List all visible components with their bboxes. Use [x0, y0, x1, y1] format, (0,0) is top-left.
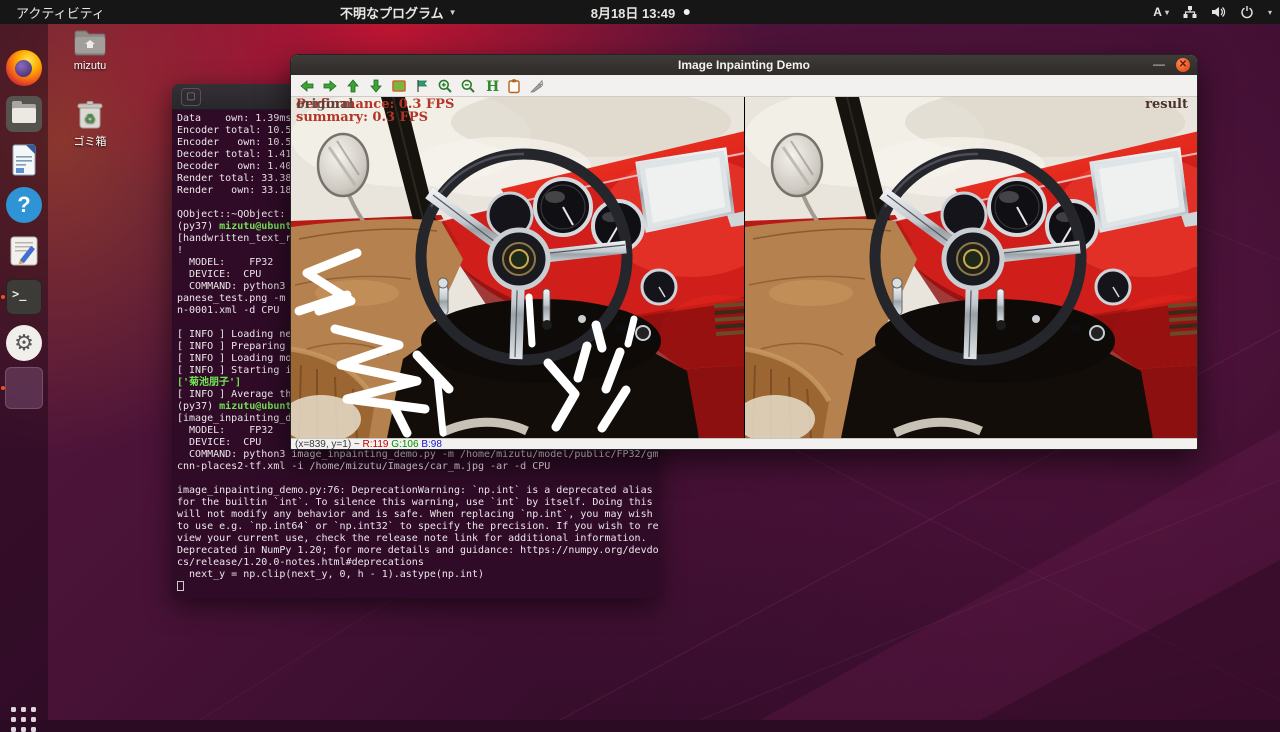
terminal-prompt-icon: >_	[12, 287, 26, 301]
draw-tool-icon[interactable]	[529, 78, 545, 94]
summary-overlay: summary: 0.3 FPS	[296, 110, 428, 125]
app-menu-button[interactable]: 不明なプログラム ▼	[340, 3, 457, 22]
trash-icon: ♻	[76, 100, 104, 130]
home-folder-icon	[73, 27, 107, 57]
dock: ? >_ ⚙	[0, 24, 48, 720]
network-icon	[1183, 5, 1197, 19]
notification-dot	[683, 9, 689, 15]
terminal-line: Deprecated in NumPy 1.20; for more detai…	[177, 545, 658, 557]
demo-statusbar: (x=839, y=1) ~ R:119 G:106 B:98	[291, 438, 1197, 450]
terminal-line: next_y = np.clip(next_y, 0, h - 1).astyp…	[177, 569, 658, 581]
clipboard-icon[interactable]	[506, 78, 522, 94]
car-photo-inpainted	[745, 97, 1197, 438]
zoom-in-icon[interactable]	[437, 78, 453, 94]
demo-toolbar: H	[291, 75, 1197, 97]
terminal-line: cs/release/1.20.0-notes.html#deprecation…	[177, 557, 658, 569]
app-menu-label: 不明なプログラム	[340, 3, 444, 22]
reset-view-icon[interactable]: H	[483, 78, 499, 94]
writer-document-icon	[6, 142, 42, 178]
running-indicator	[1, 295, 5, 299]
inpainting-demo-window[interactable]: Image Inpainting Demo — ✕ H Performance:…	[290, 54, 1198, 450]
demo-canvas: Performance: 0.3 FPS original summary: 0…	[291, 97, 1197, 438]
result-image-pane[interactable]: result	[744, 97, 1197, 438]
result-label-overlay: result	[1145, 97, 1188, 112]
clock-button[interactable]: 8月18日 13:49	[591, 3, 690, 22]
terminal-line	[177, 581, 658, 593]
pixel-green-value: G:106	[391, 439, 418, 450]
gear-icon: ⚙	[14, 330, 34, 355]
pixel-red-value: R:119	[363, 439, 389, 450]
cursor-coordinates: (x=839, y=1) ~	[295, 439, 363, 450]
dock-item-files[interactable]	[6, 96, 42, 132]
desktop-icon-home[interactable]: mizutu	[62, 27, 118, 72]
pan-up-icon[interactable]	[345, 78, 361, 94]
dock-item-settings[interactable]: ⚙	[6, 325, 42, 361]
input-method-button[interactable]: A ▾	[1153, 5, 1169, 19]
clock-label: 8月18日 13:49	[591, 3, 676, 22]
chevron-down-icon: ▼	[449, 8, 457, 17]
system-status-area[interactable]: A ▾ ▾	[1153, 5, 1272, 19]
pan-down-icon[interactable]	[368, 78, 384, 94]
pixel-blue-value: B:98	[421, 439, 442, 450]
dock-item-help[interactable]: ?	[6, 187, 42, 223]
original-image-pane[interactable]: Performance: 0.3 FPS original summary: 0…	[291, 97, 744, 438]
activities-button[interactable]: アクティビティ	[16, 3, 105, 22]
desktop-icon-trash[interactable]: ♻ ゴミ箱	[62, 100, 118, 149]
terminal-line: for the builtin `int`. To silence this w…	[177, 497, 658, 509]
terminal-line: will not modify any behavior and is safe…	[177, 509, 658, 521]
dock-item-terminal[interactable]: >_	[6, 279, 42, 315]
terminal-line: image_inpainting_demo.py:76: Deprecation…	[177, 485, 658, 497]
save-image-icon[interactable]	[391, 78, 407, 94]
pencil-document-icon	[6, 233, 42, 269]
minimize-button[interactable]: —	[1151, 55, 1167, 73]
pan-left-icon[interactable]	[299, 78, 315, 94]
terminal-line: COMMAND: python3 image_inpainting_demo.p…	[177, 449, 658, 461]
close-button[interactable]: ✕	[1176, 58, 1190, 72]
pan-right-icon[interactable]	[322, 78, 338, 94]
properties-flag-icon[interactable]	[414, 78, 430, 94]
dock-item-text-editor[interactable]	[6, 233, 42, 269]
car-photo-with-mask	[291, 97, 744, 438]
dock-item-firefox[interactable]	[6, 50, 42, 86]
chevron-down-icon: ▾	[1165, 8, 1169, 17]
terminal-line: cnn-places2-tf.xml -i /home/mizutu/Image…	[177, 461, 658, 473]
dock-item-running-app[interactable]	[5, 367, 43, 409]
top-bar: アクティビティ 不明なプログラム ▼ 8月18日 13:49 A ▾ ▾	[0, 0, 1280, 24]
desktop-icon-label: mizutu	[62, 60, 118, 72]
svg-text:H: H	[486, 79, 499, 94]
svg-text:♻: ♻	[84, 111, 96, 126]
input-method-label: A	[1153, 5, 1162, 19]
demo-titlebar[interactable]: Image Inpainting Demo — ✕	[291, 55, 1197, 75]
volume-icon	[1211, 5, 1226, 19]
terminal-tab-icon[interactable]: ▢	[181, 88, 201, 106]
chevron-down-icon: ▾	[1268, 8, 1272, 17]
power-icon	[1240, 5, 1254, 19]
desktop-icon-label: ゴミ箱	[62, 133, 118, 149]
terminal-line: view your current use, check the release…	[177, 533, 658, 545]
zoom-out-icon[interactable]	[460, 78, 476, 94]
terminal-line	[177, 473, 658, 485]
question-mark-icon: ?	[17, 192, 30, 217]
dock-item-libreoffice-writer[interactable]	[6, 142, 42, 178]
terminal-line: to use e.g. `np.int64` or `np.int32` to …	[177, 521, 658, 533]
window-title: Image Inpainting Demo	[678, 58, 810, 72]
